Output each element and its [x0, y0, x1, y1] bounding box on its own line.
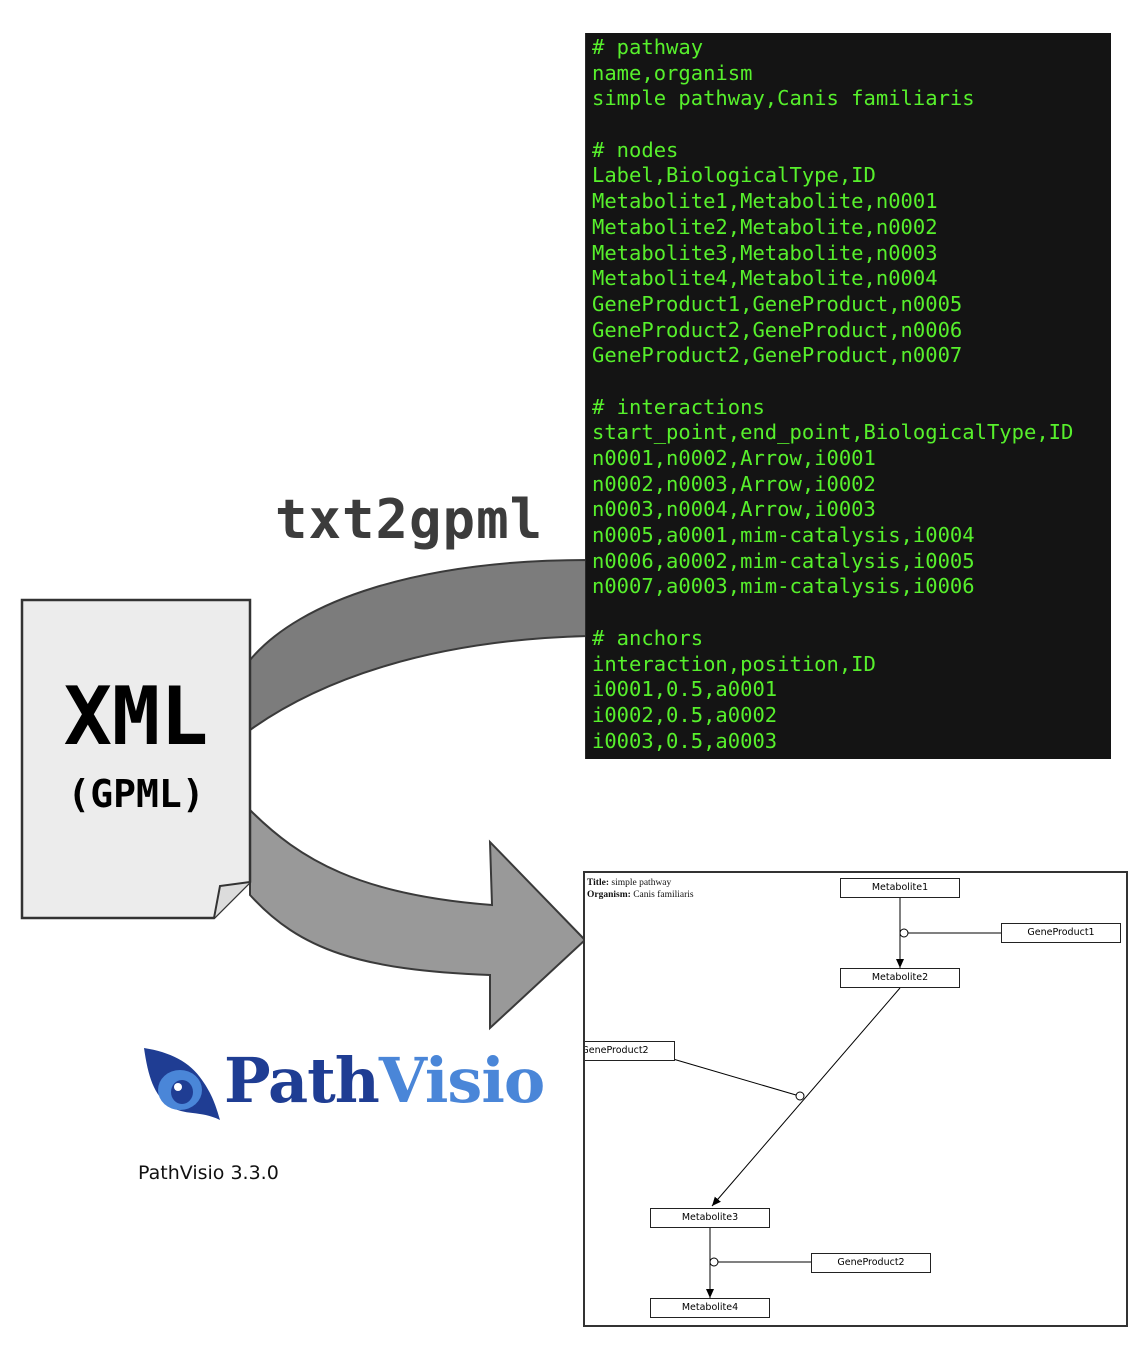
terminal-line: n0007,a0003,mim-catalysis,i0006 — [592, 574, 975, 599]
terminal-line: # anchors — [592, 625, 704, 650]
logo-text-visio: Visio — [378, 1044, 545, 1117]
terminal-line: Metabolite2,Metabolite,n0002 — [592, 214, 938, 239]
terminal-line: Metabolite1,Metabolite,n0001 — [592, 189, 938, 214]
terminal-line: Label,BiologicalType,ID — [592, 163, 876, 188]
terminal-line: i0002,0.5,a0002 — [592, 702, 778, 727]
terminal-line: GeneProduct2,GeneProduct,n0006 — [592, 317, 963, 342]
edge-i0005 — [672, 1058, 797, 1096]
terminal-line: n0002,n0003,Arrow,i0002 — [592, 471, 876, 496]
xml-title: XML — [63, 670, 209, 763]
logo-text-path: Path — [224, 1044, 380, 1117]
output-arrow — [249, 807, 587, 1031]
terminal-line: start_point,end_point,BiologicalType,ID — [592, 420, 1074, 445]
terminal-line: interaction,position,ID — [592, 651, 876, 676]
terminal-line: i0001,0.5,a0001 — [592, 677, 778, 702]
node-metabolite3[interactable]: Metabolite3 — [650, 1208, 770, 1228]
eye-logo-icon — [144, 1048, 220, 1120]
pathvisio-logo: PathVisio — [140, 1040, 545, 1122]
pathway-diagram: Title: simple pathway Organism: Canis fa… — [583, 871, 1128, 1327]
input-text-terminal: # pathway name,organism simple pathway,Can… — [585, 33, 1111, 759]
logo-wordmark: PathVisio — [224, 1050, 545, 1112]
input-arrow-band — [249, 558, 589, 732]
terminal-line: # pathway — [592, 35, 704, 59]
terminal-line: Metabolite4,Metabolite,n0004 — [592, 266, 938, 291]
terminal-line: # interactions — [592, 394, 765, 419]
node-geneproduct2-a[interactable]: GeneProduct2 — [585, 1041, 675, 1061]
version-label: PathVisio 3.3.0 — [138, 1162, 279, 1184]
node-geneproduct1[interactable]: GeneProduct1 — [1001, 923, 1121, 943]
tool-label: txt2gpml — [275, 488, 544, 551]
node-geneproduct2-b[interactable]: GeneProduct2 — [811, 1253, 931, 1273]
terminal-line: n0005,a0001,mim-catalysis,i0004 — [592, 523, 975, 548]
edge-i0002 — [711, 987, 901, 1207]
terminal-line: n0006,a0002,mim-catalysis,i0005 — [592, 548, 975, 573]
terminal-line: i0003,0.5,a0003 — [592, 728, 778, 753]
terminal-line: GeneProduct2,GeneProduct,n0007 — [592, 343, 963, 368]
terminal-line: # nodes — [592, 137, 679, 162]
node-metabolite1[interactable]: Metabolite1 — [840, 878, 960, 898]
catalysis-anchor-a0003 — [709, 1257, 719, 1267]
terminal-line: name,organism — [592, 60, 753, 85]
catalysis-anchor-a0002 — [795, 1091, 805, 1101]
node-metabolite4[interactable]: Metabolite4 — [650, 1298, 770, 1318]
terminal-line: Metabolite3,Metabolite,n0003 — [592, 240, 938, 265]
terminal-line: simple pathway,Canis familiaris — [592, 86, 975, 111]
xml-subtitle: (GPML) — [67, 772, 205, 816]
catalysis-anchor-a0001 — [899, 928, 909, 938]
terminal-line: n0001,n0002,Arrow,i0001 — [592, 446, 876, 470]
terminal-line: GeneProduct1,GeneProduct,n0005 — [592, 291, 963, 316]
terminal-lines: # pathway name,organism simple pathway,Can… — [592, 35, 1073, 754]
terminal-line: n0003,n0004,Arrow,i0003 — [592, 497, 876, 522]
node-metabolite2[interactable]: Metabolite2 — [840, 968, 960, 988]
